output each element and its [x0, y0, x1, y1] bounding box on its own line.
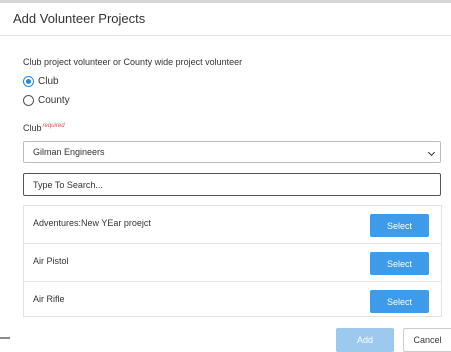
radio-option-county[interactable]: County: [23, 93, 70, 107]
modal-title: Add Volunteer Projects: [13, 11, 146, 26]
project-name: Air Rifle: [33, 294, 65, 304]
select-button[interactable]: Select: [370, 252, 429, 275]
radio-unchecked-icon[interactable]: [23, 94, 34, 106]
club-select[interactable]: Gilman Engineers: [23, 141, 441, 163]
radio-option-club-label: Club: [38, 75, 59, 87]
chevron-down-icon: [427, 148, 436, 157]
project-name: Air Pistol: [33, 256, 69, 266]
footer-divider: [0, 337, 10, 339]
modal-header: Add Volunteer Projects: [0, 3, 451, 36]
radio-option-county-label: County: [38, 94, 70, 106]
required-tag: required: [42, 123, 65, 129]
radio-checked-icon[interactable]: [23, 75, 34, 87]
select-button[interactable]: Select: [370, 290, 429, 313]
list-item: Adventures:New YEar proejct Select: [24, 206, 441, 244]
search-input[interactable]: [23, 173, 441, 196]
list-item: Air Pistol Select: [24, 244, 441, 282]
volunteer-type-label: Club project volunteer or County wide pr…: [23, 57, 243, 67]
radio-option-club[interactable]: Club: [23, 74, 59, 88]
project-name: Adventures:New YEar proejct: [33, 218, 151, 228]
list-item: Air Rifle Select: [24, 282, 441, 316]
club-label-text: Club: [23, 123, 42, 133]
cancel-button[interactable]: Cancel: [403, 328, 451, 352]
club-select-value: Gilman Engineers: [33, 147, 105, 157]
project-list[interactable]: Adventures:New YEar proejct Select Air P…: [23, 205, 442, 317]
select-button[interactable]: Select: [370, 214, 429, 237]
add-button[interactable]: Add: [336, 328, 394, 352]
club-field-label: Clubrequired: [23, 123, 65, 133]
